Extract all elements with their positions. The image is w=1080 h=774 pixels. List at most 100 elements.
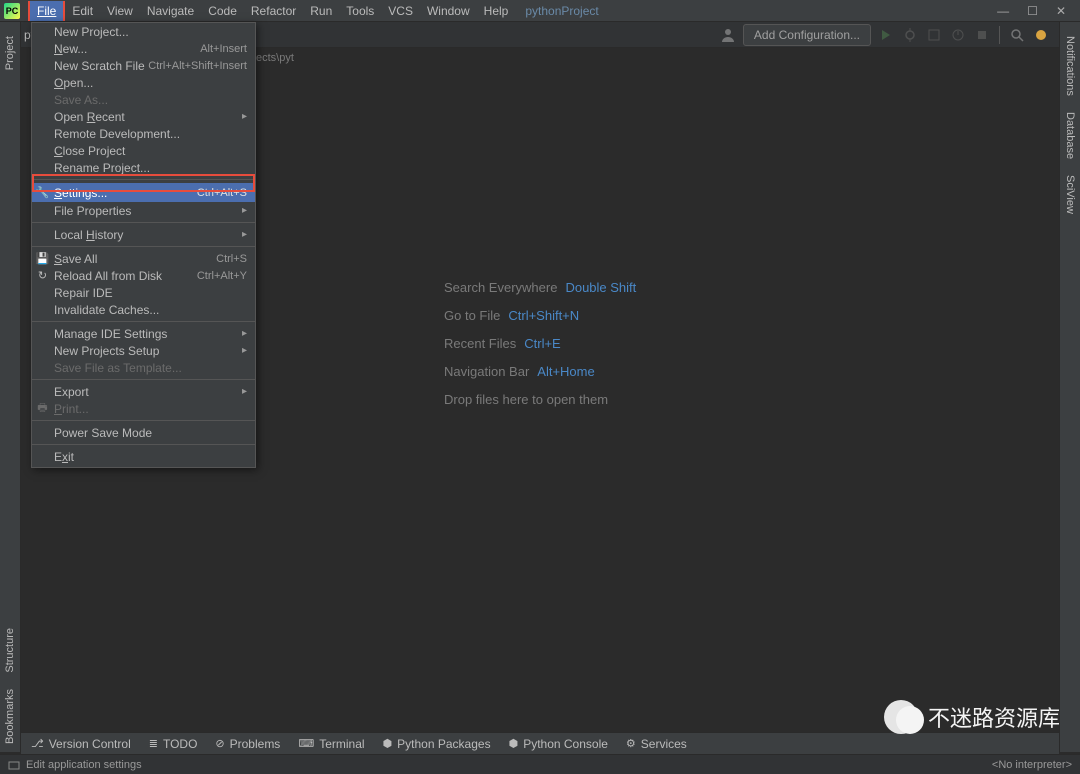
interpreter-status[interactable]: <No interpreter>: [992, 759, 1072, 771]
menu-item-export[interactable]: Export ▸: [32, 383, 255, 400]
hint-label: Drop files here to open them: [444, 392, 608, 407]
tool-label: Python Console: [523, 737, 608, 751]
terminal-icon: ⌨: [298, 737, 314, 750]
run-icon[interactable]: [877, 26, 895, 44]
menu-item-new-project[interactable]: New Project...: [32, 23, 255, 40]
menu-item-reload-all-from-disk[interactable]: ↻Reload All from DiskCtrl+Alt+Y: [32, 267, 255, 284]
menu-item-invalidate-caches[interactable]: Invalidate Caches...: [32, 301, 255, 318]
close-icon[interactable]: ✕: [1056, 4, 1066, 18]
menu-refactor[interactable]: Refactor: [244, 1, 303, 21]
maximize-icon[interactable]: ☐: [1027, 4, 1038, 18]
tool-problems[interactable]: ⊘Problems: [215, 737, 280, 751]
menu-item-manage-ide-settings[interactable]: Manage IDE Settings▸: [32, 325, 255, 342]
hint-label: Recent Files: [444, 336, 516, 351]
menu-item-label: Save All: [54, 252, 97, 266]
wechat-icon: [884, 700, 918, 734]
user-icon[interactable]: [719, 26, 737, 44]
menu-item-label: Remote Development...: [54, 127, 180, 141]
add-configuration-button[interactable]: Add Configuration...: [743, 24, 871, 46]
updates-icon[interactable]: [1032, 26, 1050, 44]
list-icon: ≣: [149, 737, 158, 750]
hint-row: Drop files here to open them: [444, 392, 636, 407]
left-tool-gutter: Project Structure Bookmarks: [0, 22, 21, 752]
submenu-arrow-icon: ▸: [242, 229, 247, 240]
menu-item-power-save-mode[interactable]: Power Save Mode: [32, 424, 255, 441]
menu-item-new-scratch-file[interactable]: New Scratch FileCtrl+Alt+Shift+Insert: [32, 57, 255, 74]
hint-shortcut: Double Shift: [565, 280, 636, 295]
menu-item-settings[interactable]: 🔧Settings...Ctrl+Alt+S: [32, 183, 255, 202]
tool-python-packages[interactable]: ⬢ Python Packages: [383, 737, 491, 751]
menu-item-repair-ide[interactable]: Repair IDE: [32, 284, 255, 301]
menu-item-label: New...: [54, 42, 87, 56]
menu-help[interactable]: Help: [477, 1, 516, 21]
debug-icon[interactable]: [901, 26, 919, 44]
tool-label: Python Packages: [397, 737, 490, 751]
tab-partial-text: ects\pyt: [256, 52, 294, 64]
menu-file[interactable]: File: [28, 1, 65, 21]
menu-item-label: Close Project: [54, 144, 125, 158]
branch-icon: ⎇: [31, 737, 44, 750]
menu-item-label: New Projects Setup: [54, 344, 159, 358]
menu-item-close-project[interactable]: Close Project: [32, 142, 255, 159]
menu-item-local-history[interactable]: Local History ▸: [32, 226, 255, 243]
menu-item-rename-project[interactable]: Rename Project...: [32, 159, 255, 176]
menu-item-open[interactable]: Open...: [32, 74, 255, 91]
menu-item-new[interactable]: New...Alt+Insert: [32, 40, 255, 57]
menu-item-new-projects-setup[interactable]: New Projects Setup ▸: [32, 342, 255, 359]
bottom-tool-bar: ⎇Version Control ≣TODO ⊘Problems ⌨Terminal ⬢…: [21, 732, 1059, 754]
coverage-icon[interactable]: [925, 26, 943, 44]
menu-window[interactable]: Window: [420, 1, 477, 21]
profile-icon[interactable]: [949, 26, 967, 44]
menu-item-label: Repair IDE: [54, 286, 113, 300]
submenu-arrow-icon: ▸: [242, 386, 247, 397]
database-tool-button[interactable]: Database: [1064, 104, 1076, 167]
status-text: Edit application settings: [26, 759, 142, 771]
tool-services[interactable]: ⚙Services: [626, 737, 687, 751]
menu-item-remote-development[interactable]: Remote Development...: [32, 125, 255, 142]
shortcut-text: Ctrl+Alt+Y: [197, 270, 247, 282]
menu-item-save-file-as-template: Save File as Template...: [32, 359, 255, 376]
menu-item-exit[interactable]: Exit: [32, 448, 255, 465]
menu-view[interactable]: View: [100, 1, 140, 21]
py-icon: ⬢: [509, 737, 519, 750]
menu-vcs[interactable]: VCS: [381, 1, 420, 21]
menu-item-label: Rename Project...: [54, 161, 150, 175]
submenu-arrow-icon: ▸: [242, 345, 247, 356]
stop-icon[interactable]: [973, 26, 991, 44]
hint-row: Navigation Bar Alt+Home: [444, 364, 636, 379]
tool-version-control[interactable]: ⎇Version Control: [31, 737, 131, 751]
pkg-icon: ⬢: [383, 737, 393, 750]
menu-navigate[interactable]: Navigate: [140, 1, 201, 21]
tool-python-console[interactable]: ⬢ Python Console: [509, 737, 608, 751]
sciview-tool-button[interactable]: SciView: [1064, 167, 1076, 222]
menu-item-label: Local History: [54, 228, 123, 242]
hint-label: Navigation Bar: [444, 364, 529, 379]
project-tool-button[interactable]: Project: [4, 28, 16, 78]
menu-edit[interactable]: Edit: [65, 1, 100, 21]
hint-label: Go to File: [444, 308, 500, 323]
bookmarks-tool-button[interactable]: Bookmarks: [4, 681, 16, 752]
tool-todo[interactable]: ≣TODO: [149, 737, 198, 751]
menu-code[interactable]: Code: [201, 1, 244, 21]
menu-tools[interactable]: Tools: [339, 1, 381, 21]
menu-item-label: Save File as Template...: [54, 361, 182, 375]
shortcut-text: Ctrl+Alt+Shift+Insert: [148, 60, 247, 72]
menu-item-label: Export: [54, 385, 89, 399]
menu-item-save-all[interactable]: 💾Save AllCtrl+S: [32, 250, 255, 267]
menu-item-open-recent[interactable]: Open Recent▸: [32, 108, 255, 125]
hint-row: Recent FilesCtrl+E: [444, 336, 636, 351]
minimize-icon[interactable]: —: [997, 4, 1009, 18]
tool-label: Problems: [230, 737, 281, 751]
notifications-tool-button[interactable]: Notifications: [1064, 28, 1076, 104]
structure-tool-button[interactable]: Structure: [4, 620, 16, 681]
svc-icon: ⚙: [626, 737, 636, 750]
search-icon[interactable]: [1008, 26, 1026, 44]
menu-run[interactable]: Run: [303, 1, 339, 21]
menu-item-save-as: Save As...: [32, 91, 255, 108]
menu-item-file-properties[interactable]: File Properties▸: [32, 202, 255, 219]
watermark-text: 不迷路资源库: [928, 701, 1060, 733]
menu-item-label: Manage IDE Settings: [54, 327, 167, 341]
menu-item-label: New Project...: [54, 25, 129, 39]
hint-shortcut: Alt+Home: [537, 364, 594, 379]
tool-terminal[interactable]: ⌨Terminal: [298, 737, 364, 751]
